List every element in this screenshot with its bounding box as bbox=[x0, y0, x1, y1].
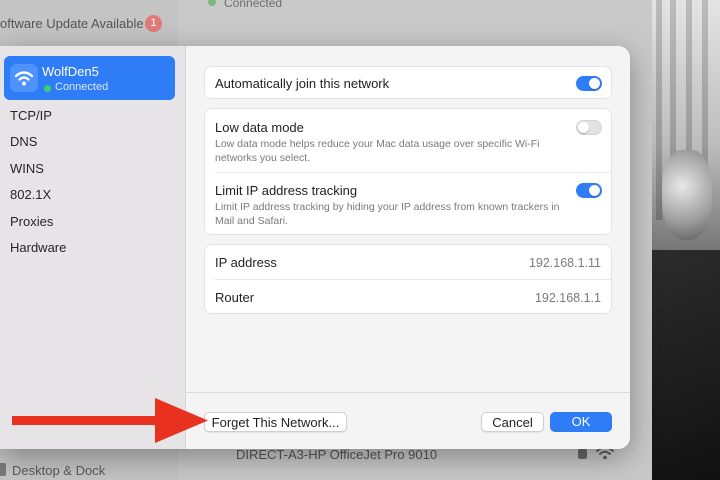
low-data-label: Low data mode bbox=[215, 120, 304, 135]
lock-icon bbox=[578, 449, 587, 459]
annotation-arrow-icon bbox=[12, 398, 208, 443]
background-sidebar-header: oftware Update Available 1 bbox=[0, 0, 178, 46]
forget-network-button[interactable]: Forget This Network... bbox=[204, 412, 347, 432]
network-name: WolfDen5 bbox=[42, 64, 99, 79]
software-update-badge: 1 bbox=[145, 15, 162, 32]
sidebar-item-dns[interactable]: DNS bbox=[10, 134, 37, 149]
ip-address-value: 192.168.1.11 bbox=[528, 256, 601, 270]
sidebar-item-hardware[interactable]: Hardware bbox=[10, 240, 66, 255]
dialog-sidebar: WolfDen5 Connected TCP/IP DNS WINS 802.1… bbox=[0, 46, 186, 449]
background-photo bbox=[652, 0, 720, 480]
limit-ip-toggle[interactable] bbox=[576, 183, 602, 198]
sidebar-item-tcpip[interactable]: TCP/IP bbox=[10, 108, 52, 123]
limit-ip-description: Limit IP address tracking by hiding your… bbox=[215, 201, 560, 227]
connected-status-dot bbox=[44, 85, 51, 92]
auto-join-label: Automatically join this network bbox=[215, 76, 390, 91]
sidebar-item-network[interactable]: WolfDen5 Connected bbox=[4, 56, 175, 100]
footer-divider bbox=[186, 392, 630, 393]
background-connected-dot bbox=[208, 0, 216, 6]
ok-button[interactable]: OK bbox=[550, 412, 612, 432]
sidebar-item-proxies[interactable]: Proxies bbox=[10, 214, 53, 229]
software-update-label[interactable]: oftware Update Available bbox=[0, 16, 144, 31]
limit-ip-label: Limit IP address tracking bbox=[215, 183, 358, 198]
router-label: Router bbox=[215, 290, 255, 305]
desktop-dock-label[interactable]: Desktop & Dock bbox=[12, 463, 105, 478]
sidebar-item-wins[interactable]: WINS bbox=[10, 161, 44, 176]
background-connected-text: Connected bbox=[224, 0, 283, 10]
ip-address-label: IP address bbox=[215, 255, 277, 270]
wifi-icon bbox=[10, 64, 38, 92]
network-status: Connected bbox=[55, 81, 109, 93]
divider bbox=[215, 279, 611, 280]
desktop-dock-icon bbox=[0, 463, 6, 476]
auto-join-toggle[interactable] bbox=[576, 76, 602, 91]
ip-info-panel: IP address 192.168.1.11 Router 192.168.1… bbox=[204, 244, 612, 314]
router-value: 192.168.1.1 bbox=[534, 291, 601, 305]
dialog-main-content: Automatically join this network Low data… bbox=[186, 46, 630, 449]
network-details-dialog: WolfDen5 Connected TCP/IP DNS WINS 802.1… bbox=[0, 46, 630, 449]
printer-network-label[interactable]: DIRECT-A3-HP OfficeJet Pro 9010 bbox=[236, 447, 437, 462]
privacy-options-panel: Low data mode Low data mode helps reduce… bbox=[204, 108, 612, 235]
divider bbox=[215, 172, 611, 173]
low-data-toggle[interactable] bbox=[576, 120, 602, 135]
auto-join-panel: Automatically join this network bbox=[204, 66, 612, 99]
low-data-description: Low data mode helps reduce your Mac data… bbox=[215, 138, 540, 164]
cancel-button[interactable]: Cancel bbox=[481, 412, 544, 432]
sidebar-item-8021x[interactable]: 802.1X bbox=[10, 187, 51, 202]
